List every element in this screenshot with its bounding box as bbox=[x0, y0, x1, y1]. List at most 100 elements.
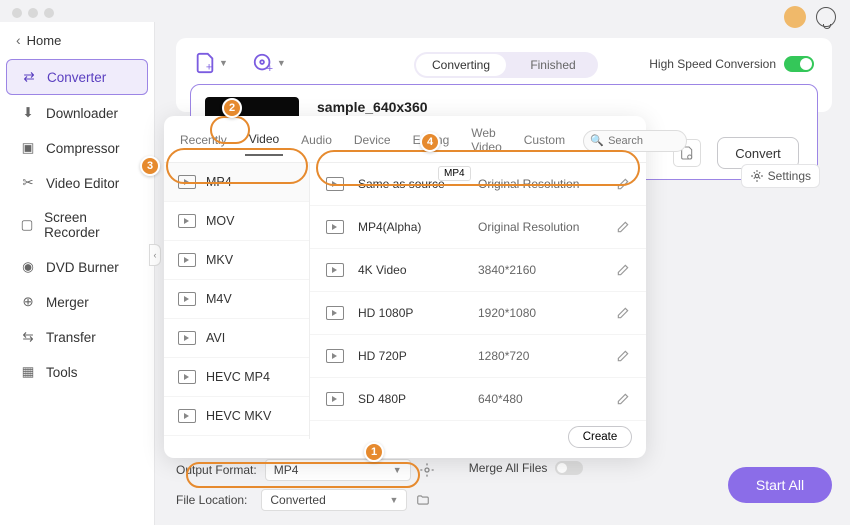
tab-video[interactable]: Video bbox=[245, 132, 283, 156]
edit-icon[interactable] bbox=[616, 263, 630, 277]
gear-icon[interactable] bbox=[419, 462, 435, 478]
chevron-left-icon: ‹ bbox=[16, 32, 21, 48]
sidebar-item-screen-recorder[interactable]: ▢Screen Recorder bbox=[6, 201, 148, 249]
transfer-icon: ⇆ bbox=[20, 329, 36, 345]
res-mp4-alpha[interactable]: MP4(Alpha)Original Resolution bbox=[310, 206, 646, 249]
video-res-icon bbox=[326, 177, 344, 191]
status-segmented: Converting Finished bbox=[414, 52, 598, 78]
format-tag: MP4 bbox=[438, 166, 471, 181]
hsc-toggle[interactable] bbox=[784, 56, 814, 72]
chevron-down-icon: ▼ bbox=[393, 465, 402, 475]
video-format-icon bbox=[178, 253, 196, 267]
avatar[interactable] bbox=[784, 6, 806, 28]
hint-3: 3 bbox=[140, 156, 160, 176]
format-list: MP4 MOV MKV M4V AVI HEVC MP4 HEVC MKV bbox=[164, 163, 310, 439]
add-dvd-button[interactable]: + ▼ bbox=[252, 52, 286, 74]
format-mov[interactable]: MOV bbox=[164, 202, 309, 241]
video-format-icon bbox=[178, 370, 196, 384]
res-4k[interactable]: 4K Video3840*2160 bbox=[310, 249, 646, 292]
tab-audio[interactable]: Audio bbox=[297, 133, 336, 155]
sidebar-item-tools[interactable]: ▦Tools bbox=[6, 355, 148, 389]
sidebar-item-downloader[interactable]: ⬇Downloader bbox=[6, 96, 148, 130]
support-icon[interactable] bbox=[816, 7, 836, 27]
res-480p[interactable]: SD 480P640*480 bbox=[310, 378, 646, 421]
resolution-list: Same as sourceOriginal Resolution MP4(Al… bbox=[310, 163, 646, 439]
svg-text:+: + bbox=[206, 61, 212, 73]
video-res-icon bbox=[326, 306, 344, 320]
file-add-icon: + bbox=[194, 52, 216, 74]
file-location-label: File Location: bbox=[176, 493, 247, 507]
output-format-select[interactable]: MP4▼ bbox=[265, 459, 411, 481]
disc-add-icon: + bbox=[252, 52, 274, 74]
format-hevc-mp4[interactable]: HEVC MP4 bbox=[164, 358, 309, 397]
video-res-icon bbox=[326, 392, 344, 406]
output-format-label: Output Format: bbox=[176, 463, 257, 477]
tab-web-video[interactable]: Web Video bbox=[467, 126, 505, 162]
editor-icon: ✂ bbox=[20, 175, 36, 191]
hint-4: 4 bbox=[420, 132, 440, 152]
tab-custom[interactable]: Custom bbox=[520, 133, 569, 155]
sidebar-item-converter[interactable]: ⇄Converter bbox=[6, 59, 148, 95]
res-same-as-source[interactable]: Same as sourceOriginal Resolution bbox=[310, 163, 646, 206]
svg-text:+: + bbox=[267, 63, 273, 74]
chevron-down-icon: ▼ bbox=[389, 495, 398, 505]
gear-icon bbox=[750, 169, 764, 183]
tab-finished[interactable]: Finished bbox=[508, 52, 598, 78]
video-format-icon bbox=[178, 292, 196, 306]
compressor-icon: ▣ bbox=[20, 140, 36, 156]
dvd-icon: ◉ bbox=[20, 259, 36, 275]
sidebar-item-compressor[interactable]: ▣Compressor bbox=[6, 131, 148, 165]
format-mkv[interactable]: MKV bbox=[164, 241, 309, 280]
hint-2: 2 bbox=[222, 98, 242, 118]
sidebar-item-transfer[interactable]: ⇆Transfer bbox=[6, 320, 148, 354]
back-home[interactable]: ‹ Home bbox=[0, 22, 154, 58]
search-wrap: 🔍 bbox=[583, 130, 687, 152]
folder-icon[interactable] bbox=[415, 493, 431, 507]
format-avi[interactable]: AVI bbox=[164, 319, 309, 358]
res-1080p[interactable]: HD 1080P1920*1080 bbox=[310, 292, 646, 335]
tools-icon: ▦ bbox=[20, 364, 36, 380]
video-format-icon bbox=[178, 331, 196, 345]
edit-icon[interactable] bbox=[616, 349, 630, 363]
chevron-down-icon: ▼ bbox=[277, 58, 286, 68]
converter-icon: ⇄ bbox=[21, 69, 37, 85]
video-format-icon bbox=[178, 409, 196, 423]
file-location-select[interactable]: Converted▼ bbox=[261, 489, 407, 511]
hint-1: 1 bbox=[364, 442, 384, 462]
tab-device[interactable]: Device bbox=[350, 133, 395, 155]
format-hevc-mkv[interactable]: HEVC MKV bbox=[164, 397, 309, 436]
video-format-icon bbox=[178, 214, 196, 228]
merger-icon: ⊕ bbox=[20, 294, 36, 310]
file-title: sample_640x360 bbox=[317, 99, 428, 115]
edit-icon[interactable] bbox=[616, 306, 630, 320]
res-720p[interactable]: HD 720P1280*720 bbox=[310, 335, 646, 378]
tab-recently[interactable]: Recently bbox=[176, 133, 231, 155]
format-mp4[interactable]: MP4 bbox=[164, 163, 309, 202]
hsc-label: High Speed Conversion bbox=[649, 57, 776, 71]
sidebar-item-video-editor[interactable]: ✂Video Editor bbox=[6, 166, 148, 200]
add-file-button[interactable]: + ▼ bbox=[194, 52, 228, 74]
sidebar-collapse[interactable]: ‹ bbox=[149, 244, 161, 266]
window-controls[interactable] bbox=[12, 8, 54, 18]
start-all-button[interactable]: Start All bbox=[728, 467, 832, 503]
settings-link[interactable]: Settings bbox=[741, 164, 820, 188]
edit-icon[interactable] bbox=[616, 392, 630, 406]
downloader-icon: ⬇ bbox=[20, 105, 36, 121]
chevron-down-icon: ▼ bbox=[219, 58, 228, 68]
bottom-bar: Output Format: MP4▼ File Location: Conve… bbox=[176, 459, 832, 511]
merge-toggle[interactable] bbox=[555, 461, 583, 475]
tab-converting[interactable]: Converting bbox=[416, 54, 506, 76]
recorder-icon: ▢ bbox=[20, 217, 34, 233]
format-m4v[interactable]: M4V bbox=[164, 280, 309, 319]
edit-icon[interactable] bbox=[616, 177, 630, 191]
video-format-icon bbox=[178, 175, 196, 189]
edit-icon[interactable] bbox=[616, 220, 630, 234]
sidebar: ‹ Home ⇄Converter ⬇Downloader ▣Compresso… bbox=[0, 22, 155, 525]
create-button[interactable]: Create bbox=[568, 426, 632, 448]
video-res-icon bbox=[326, 263, 344, 277]
home-label: Home bbox=[27, 33, 62, 48]
merge-label: Merge All Files bbox=[469, 461, 548, 475]
sidebar-item-merger[interactable]: ⊕Merger bbox=[6, 285, 148, 319]
video-res-icon bbox=[326, 349, 344, 363]
sidebar-item-dvd-burner[interactable]: ◉DVD Burner bbox=[6, 250, 148, 284]
